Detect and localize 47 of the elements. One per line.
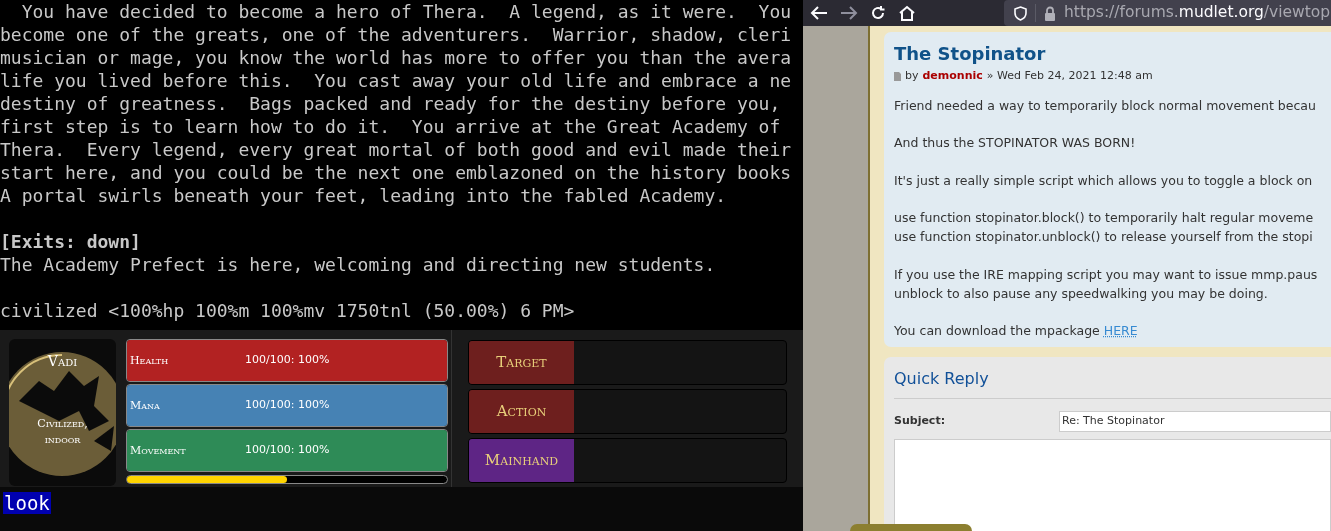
post-author[interactable]: demonnic [922,68,983,85]
home-icon[interactable] [898,5,916,21]
post-paragraph: And thus the STOPINATOR WAS BORN! [894,134,1136,152]
slot-label: Target [496,352,547,374]
command-input[interactable]: look [3,492,51,514]
post-paragraph: If you use the IRE mapping script you may want to issue mmp.paus unblock to also pause any speedwalking you may be doing. [894,265,1318,303]
gauge-reading: 100/100: 100% [245,442,330,458]
terminal-line: The Academy Prefect is here, welcoming and directing new students. [0,253,716,276]
room-type: Civilized, indoor [36,416,89,448]
post-paragraph: It's just a really simple script which allows you to toggle a block on [894,171,1313,190]
terminal-line: A portal swirls beneath your feet, leading into the fabled Academy. [0,184,727,207]
post-title[interactable]: The Stopinator [894,42,1046,66]
gauge-label: Mana [130,398,160,414]
terminal-line: civilized <100%hp 100%m 100%mv 1750tnl (50.00%) 6 PM> [0,299,575,322]
subject-field[interactable]: Re: The Stopinator [1059,411,1331,432]
terminal-line: Thera. Every legend, every great mortal of both good and evil made their [0,138,792,161]
post-icon [894,71,901,81]
terminal-line: life you lived before this. You cast away your old life and embrace a ne [0,69,792,92]
terminal-line: start here, and you could be the next one emblazoned on the history books [0,161,792,184]
gauge-reading: 100/100: 100% [245,397,330,413]
address-bar[interactable]: https://forums.mudlet.org/viewtop [1004,0,1331,26]
terminal-line: destiny of greatness. Bags packed and ready for the destiny before you, [0,92,781,115]
slot-label: Mainhand [484,450,559,472]
message-field[interactable] [894,439,1331,531]
terminal-line: musician or mage, you know the world has more to offer you than the avera [0,46,792,69]
terminal-line: first step is to learn how to do it. You arrive at the Great Academy of [0,115,781,138]
shield-icon[interactable] [1014,5,1027,21]
url-text: https://forums.mudlet.org/viewtop [1064,2,1331,24]
lock-icon [1044,5,1056,21]
post-paragraph: You can download the mpackage HERE [894,322,1138,340]
area-name: Vadi [47,352,78,371]
gauge-reading: 100/100: 100% [245,352,330,368]
terminal-line: You have decided to become a hero of Thera. A legend, as it were. You [20,0,792,23]
back-icon[interactable] [810,5,828,21]
post-paragraph: Friend needed a way to temporarily block normal movement becau [894,96,1316,115]
post-date: » Wed Feb 24, 2021 12:48 am [986,68,1153,84]
gauge-label: Movement [130,443,186,459]
gauge-label: Health [130,353,169,369]
terminal-line: [Exits: down] [0,230,141,253]
slot-label: Action [496,401,547,423]
quick-reply-title: Quick Reply [894,368,989,390]
subject-label: Subject: [894,413,947,430]
terminal-line: become one of the greats, one of the adventurers. Warrior, shadow, cleri [0,23,792,46]
forward-icon[interactable] [840,5,858,21]
post-by: by [905,68,919,84]
post-paragraph: use function stopinator.block() to temporarily halt regular moveme use function stopinator.unblock() to release yourself from the stopi [894,209,1314,246]
reload-icon[interactable] [870,5,886,21]
